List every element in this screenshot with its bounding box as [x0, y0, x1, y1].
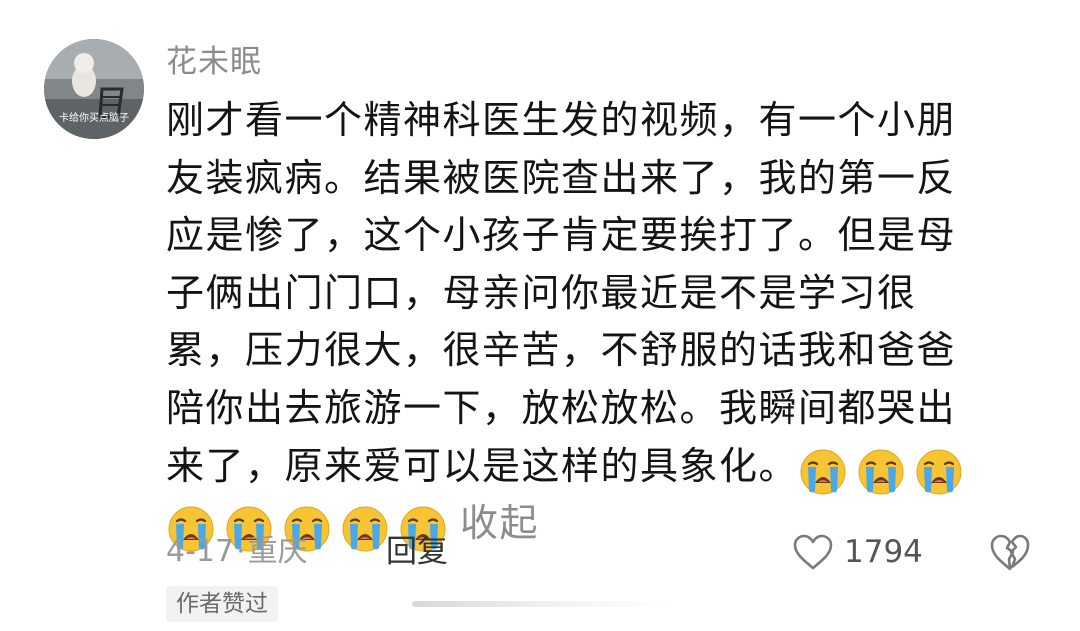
comment-location: 重庆 — [247, 534, 308, 569]
meta-separator: · — [236, 534, 246, 569]
comment-card: 卡给你买点脑子 花未眠 刚才看一个精神科医生发的视频，有一个小朋 友装疯病。结果… — [0, 0, 1080, 631]
comment-line: 累，压力很大，很辛苦，不舒服的话我和爸爸 — [166, 328, 957, 373]
comment-line: 子俩出门门口，母亲问你最近是不是学习很 — [166, 270, 917, 315]
comment-line: 刚才看一个精神科医生发的视频，有一个小朋 — [166, 98, 957, 142]
like-count: 1794 — [844, 534, 923, 570]
reply-button[interactable]: 回复 — [386, 530, 448, 574]
crying-face-icon — [914, 446, 972, 504]
like-button[interactable]: 1794 — [792, 530, 923, 574]
comment-date: 4-17 — [166, 534, 235, 569]
heart-outline-icon — [793, 534, 833, 570]
comment-line: 陪你出去旅游一下，放松放松。我瞬间都哭出 — [166, 385, 957, 430]
comment-line-with-emoji: 来了，原来爱可以是这样的具象化。 — [166, 438, 1016, 496]
comment-line: 来了，原来爱可以是这样的具象化。 — [166, 443, 799, 488]
username[interactable]: 花未眠 — [166, 40, 262, 84]
crying-face-icon — [798, 446, 856, 504]
comment-meta: 4-17·重庆 — [166, 530, 308, 574]
avatar[interactable]: 卡给你买点脑子 — [44, 39, 144, 139]
avatar-caption: 卡给你买点脑子 — [59, 111, 129, 124]
dislike-button[interactable] — [988, 530, 1032, 574]
avatar-image: 卡给你买点脑子 — [44, 39, 144, 139]
divider — [412, 601, 672, 607]
comment-line: 应是惨了，这个小孩子肯定要挨打了。但是母 — [166, 213, 957, 258]
comment-line: 友装疯病。结果被医院查出来了，我的第一反 — [166, 155, 957, 200]
comment-body: 刚才看一个精神科医生发的视频，有一个小朋 友装疯病。结果被医院查出来了，我的第一… — [166, 92, 1016, 553]
author-liked-badge: 作者赞过 — [166, 586, 278, 622]
collapse-button[interactable]: 收起 — [460, 501, 539, 545]
crying-face-icon — [856, 446, 914, 504]
broken-heart-icon — [990, 534, 1030, 571]
